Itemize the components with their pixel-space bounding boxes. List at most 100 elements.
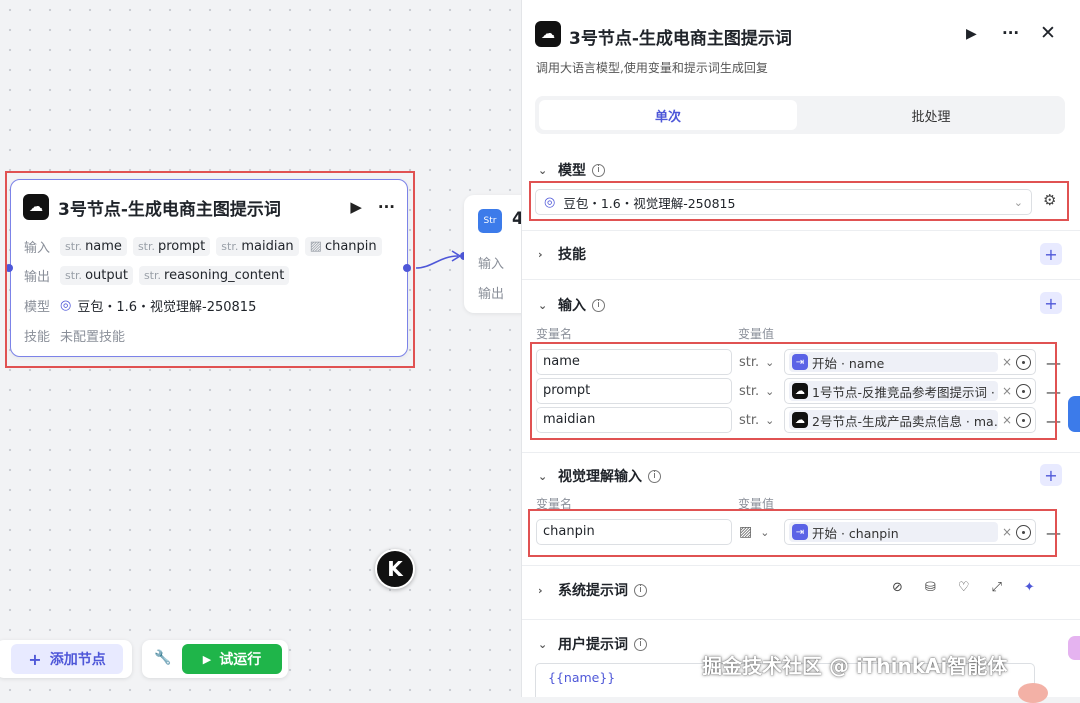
node-config-panel: ☁ 3号节点-生成电商主图提示词 ▶ ··· ✕ 调用大语言模型,使用变量和提示… — [521, 0, 1080, 697]
add-skill-button[interactable]: + — [1040, 243, 1062, 265]
llm-node-icon: ☁ — [23, 194, 49, 220]
chevron-down-icon: ⌄ — [765, 384, 775, 398]
remove-row-button[interactable]: — — [1046, 383, 1061, 401]
add-input-button[interactable]: + — [1040, 292, 1062, 314]
add-node-button[interactable]: + 添加节点 — [11, 644, 123, 674]
input-chip: str. maidian — [216, 237, 299, 256]
input-chip: ▨ chanpin — [304, 237, 382, 256]
column-header-value: 变量值 — [738, 497, 775, 511]
clear-icon[interactable]: × — [1002, 355, 1012, 369]
chevron-down-icon: ⌄ — [765, 413, 775, 427]
model-name: 豆包・1.6・视觉理解-250815 — [77, 300, 257, 315]
expand-icon[interactable]: ⤢ — [991, 580, 1001, 595]
type-select[interactable]: str. ⌄ — [739, 378, 783, 404]
side-ai-tab[interactable] — [1068, 636, 1080, 660]
input-chip: str. name — [60, 237, 127, 256]
wrench-icon[interactable]: 🔧 — [154, 650, 171, 666]
user-prompt-text: {{name}} — [548, 670, 616, 685]
start-node-icon: ⇥ — [792, 524, 808, 540]
info-icon: i — [592, 298, 605, 312]
type-select[interactable]: ▨ ⌄ — [739, 519, 783, 545]
outputs-label: 输出 — [24, 270, 51, 285]
chevron-down-icon: ⌄ — [765, 355, 775, 369]
tab-batch[interactable]: 批处理 — [801, 100, 1061, 130]
info-icon: i — [634, 637, 647, 651]
panel-subtitle: 调用大语言模型,使用变量和提示词生成回复 — [536, 61, 768, 75]
type-select[interactable]: str. ⌄ — [739, 407, 783, 433]
start-node-icon: ⇥ — [792, 354, 808, 370]
tab-single[interactable]: 单次 — [539, 100, 797, 130]
lightbulb-icon[interactable]: ♡ — [958, 580, 970, 595]
watermark: 掘金技术社区 @ iThinkAi智能体 — [702, 654, 1008, 678]
type-select[interactable]: str. ⌄ — [739, 349, 783, 375]
run-bar: 🔧 ▶ 试运行 — [142, 640, 288, 678]
avatar[interactable]: K — [375, 549, 415, 589]
visual-input-section-header[interactable]: ⌄ 视觉理解输入 i — [538, 466, 661, 486]
remove-row-button[interactable]: — — [1046, 524, 1061, 542]
variable-picker-icon[interactable] — [1016, 383, 1031, 399]
connection-edge — [415, 250, 468, 269]
variable-name-field[interactable]: name — [536, 349, 732, 375]
input-port[interactable] — [5, 264, 13, 272]
ai-sparkle-icon[interactable]: ✦ — [1024, 580, 1035, 595]
mascot-icon[interactable] — [1018, 683, 1048, 703]
variable-name-field[interactable]: chanpin — [536, 519, 732, 545]
node-inputs-row: 输入 str. name str. prompt str. maidian ▨ chan… — [24, 237, 388, 256]
variable-picker-icon[interactable] — [1016, 524, 1031, 540]
info-icon: i — [648, 469, 661, 483]
info-icon: i — [634, 583, 647, 597]
node-model-row: 模型 ◎ 豆包・1.6・视觉理解-250815 — [24, 296, 256, 315]
llm-node-icon: ☁ — [792, 383, 808, 399]
mode-tabs: 单次 批处理 — [535, 96, 1065, 134]
string-node-icon: Str — [478, 209, 502, 233]
variable-name-field[interactable]: prompt — [536, 378, 732, 404]
side-assistant-tab[interactable] — [1068, 396, 1080, 432]
chevron-down-icon: ⌄ — [1013, 195, 1023, 209]
model-label: 模型 — [24, 300, 51, 315]
variable-name-field[interactable]: maidian — [536, 407, 732, 433]
info-icon: i — [592, 163, 605, 177]
image-icon: ▨ — [739, 524, 753, 540]
inputs-label: 输入 — [24, 241, 51, 256]
remove-row-button[interactable]: — — [1046, 354, 1061, 372]
close-icon[interactable]: ✕ — [1040, 22, 1056, 44]
add-visual-input-button[interactable]: + — [1040, 464, 1062, 486]
clear-icon[interactable]: × — [1002, 525, 1012, 539]
variable-picker-icon[interactable] — [1016, 412, 1031, 428]
remove-row-button[interactable]: — — [1046, 412, 1061, 430]
more-icon[interactable]: ··· — [1002, 24, 1019, 42]
gear-icon[interactable]: ⚙ — [1043, 191, 1056, 209]
variable-value-field[interactable]: ⇥ 开始 · name × — [784, 349, 1036, 375]
variable-picker-icon[interactable] — [1016, 354, 1031, 370]
panel-title: 3号节点-生成电商主图提示词 — [569, 29, 792, 49]
skill-label: 技能 — [24, 330, 51, 345]
input-section-header[interactable]: ⌄ 输入 i — [538, 295, 605, 315]
template-icon[interactable]: ⛁ — [925, 580, 936, 595]
model-select[interactable]: ◎ 豆包・1.6・视觉理解-250815 ⌄ — [535, 189, 1032, 215]
clear-icon[interactable]: × — [1002, 384, 1012, 398]
llm-node-icon: ☁ — [535, 21, 561, 47]
chevron-down-icon: ⌄ — [538, 298, 548, 312]
output-chip: str. output — [60, 266, 133, 285]
variable-value-field[interactable]: ☁ 1号节点-反推竞品参考图提示词 · p × — [784, 378, 1036, 404]
model-section-header[interactable]: ⌄ 模型 i — [538, 160, 605, 180]
compass-icon[interactable]: ⊘ — [892, 580, 903, 595]
variable-value-field[interactable]: ⇥ 开始 · chanpin × — [784, 519, 1036, 545]
column-header-name: 变量名 — [536, 327, 573, 341]
skill-value: 未配置技能 — [60, 330, 126, 345]
image-icon: ▨ — [309, 239, 322, 254]
skills-section-header[interactable]: › 技能 — [538, 244, 586, 264]
llm-node-card[interactable]: ☁ 3号节点-生成电商主图提示词 ▶ ··· 输入 str. name str. p… — [10, 179, 408, 357]
more-icon[interactable]: ··· — [378, 198, 395, 216]
output-chip: str. reasoning_content — [138, 266, 290, 285]
output-port[interactable] — [403, 264, 411, 272]
run-node-icon[interactable]: ▶ — [966, 26, 977, 42]
system-prompt-section-header[interactable]: › 系统提示词 i — [538, 580, 647, 600]
chevron-right-icon: › — [538, 247, 543, 261]
test-run-button[interactable]: ▶ 试运行 — [182, 644, 282, 674]
clear-icon[interactable]: × — [1002, 413, 1012, 427]
run-node-icon[interactable]: ▶ — [350, 198, 362, 216]
prompt-toolbar: ⊘ ⛁ ♡ ⤢ ✦ — [870, 580, 1035, 595]
variable-value-field[interactable]: ☁ 2号节点-生成产品卖点信息 · ma… × — [784, 407, 1036, 433]
user-prompt-section-header[interactable]: ⌄ 用户提示词 i — [538, 634, 647, 654]
